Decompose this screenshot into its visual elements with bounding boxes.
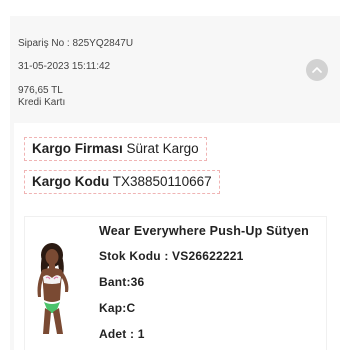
payment-method: Kredi Kartı — [18, 97, 66, 108]
shipping-code-label: Kargo Kodu — [32, 174, 110, 189]
shipping-code: Kargo Kodu TX38850110667 — [24, 170, 220, 194]
order-amount: 976,65 TL — [18, 85, 63, 96]
product-band: Bant:36 — [99, 275, 145, 289]
collapse-button[interactable] — [306, 59, 328, 81]
product-name[interactable]: Wear Everywhere Push-Up Sütyen — [99, 222, 309, 240]
shipping-company: Kargo Firması Sürat Kargo — [24, 137, 207, 161]
order-number: Sipariş No : 825YQ2847U — [18, 38, 134, 49]
shipping-company-value: Sürat Kargo — [126, 141, 199, 156]
product-image[interactable] — [30, 242, 80, 334]
product-details: Wear Everywhere Push-Up Sütyen Stok Kodu… — [99, 222, 309, 343]
product-cup: Kap:C — [99, 301, 136, 315]
product-sku: Stok Kodu : VS26622221 — [99, 249, 244, 263]
order-date: 31-05-2023 15:11:42 — [18, 61, 111, 72]
shipping-company-label: Kargo Firması — [32, 141, 123, 156]
shipping-code-value[interactable]: TX38850110667 — [113, 174, 212, 189]
product-quantity: Adet : 1 — [99, 327, 145, 341]
order-summary: Sipariş No : 825YQ2847U 31-05-2023 15:11… — [18, 38, 133, 109]
chevron-up-icon — [312, 67, 322, 73]
